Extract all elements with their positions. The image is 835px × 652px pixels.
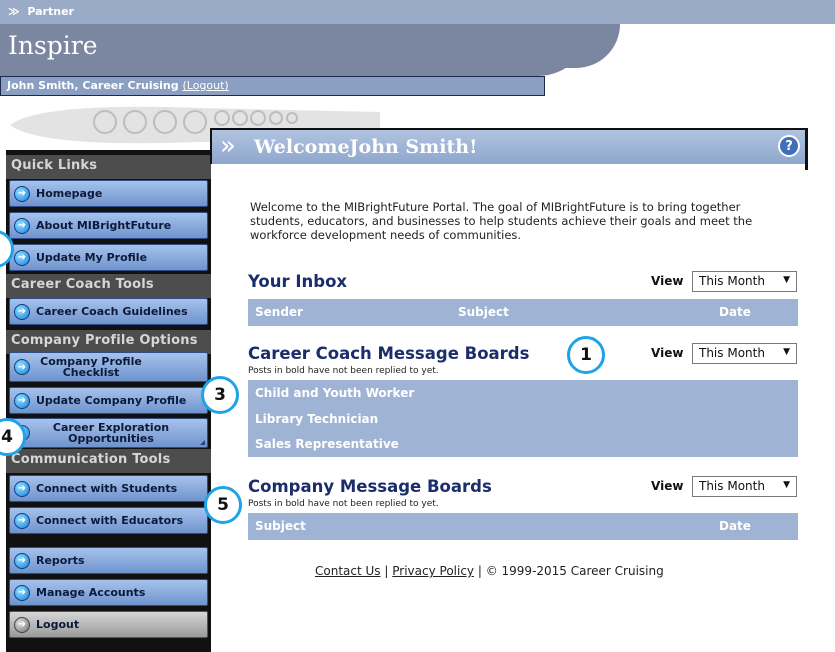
logout-link[interactable]: (Logout) [182, 79, 228, 92]
sidebar-item-homepage[interactable]: ➔ Homepage [9, 180, 208, 207]
coach-view-select[interactable]: This Month ▼ [692, 343, 797, 364]
sidebar-item-coach-guidelines[interactable]: ➔ Career Coach Guidelines [9, 298, 208, 325]
partner-bar[interactable]: ≫ Partner [0, 0, 835, 24]
board-link-child-youth-worker[interactable]: Child and Youth Worker [255, 386, 414, 400]
column-date[interactable]: Date [719, 519, 751, 533]
partner-label: Partner [27, 5, 74, 18]
caret-down-icon: ▼ [783, 275, 790, 285]
nav-header-quick-links: Quick Links [6, 155, 211, 179]
board-link-sales-representative[interactable]: Sales Representative [255, 437, 399, 451]
coach-view-value: This Month [699, 346, 765, 360]
company-view-label: View [651, 479, 684, 493]
app-title: Inspire [8, 31, 98, 60]
sidebar-item-connect-students[interactable]: ➔ Connect with Students [9, 475, 208, 502]
privacy-link[interactable]: Privacy Policy [392, 564, 474, 578]
sidebar-item-profile-checklist[interactable]: ➔ Company Profile Checklist [9, 352, 208, 382]
arrow-right-icon: ➔ [14, 480, 30, 497]
inbox-title: Your Inbox [248, 272, 348, 291]
company-table-header: Subject Date [248, 513, 798, 540]
arrow-right-icon: ➔ [14, 512, 30, 529]
inbox-view-label: View [651, 274, 684, 288]
sidebar-item-logout[interactable]: ➔ Logout [9, 611, 208, 638]
user-bar: John Smith, Career Cruising (Logout) [0, 76, 545, 96]
arrow-right-icon: ➔ [14, 217, 30, 234]
company-view-select[interactable]: This Month ▼ [692, 476, 797, 497]
caret-down-icon: ▼ [783, 347, 790, 357]
footer: Contact Us | Privacy Policy | © 1999-201… [0, 564, 835, 578]
coach-boards-title: Career Coach Message Boards [248, 344, 530, 363]
sidebar-item-about[interactable]: ➔ About MIBrightFuture [9, 212, 208, 239]
arrow-right-icon: ➔ [14, 249, 30, 266]
sidebar-item-career-exploration[interactable]: ➔ Career Exploration Opportunities [9, 418, 208, 448]
inbox-view-value: This Month [699, 274, 765, 288]
main-header: » WelcomeJohn Smith! ? [210, 128, 808, 164]
inbox-table-header: Sender Subject Date [248, 299, 798, 326]
sidebar-item-update-company-profile[interactable]: ➔ Update Company Profile [9, 387, 208, 414]
column-subject[interactable]: Subject [255, 519, 306, 533]
nav-header-career-coach-tools: Career Coach Tools [6, 274, 211, 298]
caret-down-icon: ▼ [783, 480, 790, 490]
user-name: John Smith, Career Cruising [7, 79, 179, 92]
callout-5: 5 [204, 486, 242, 524]
nav-header-company-profile-options: Company Profile Options [6, 330, 211, 354]
coach-view-label: View [651, 346, 684, 360]
chevron-down-icon: ≫ [8, 5, 20, 18]
column-sender[interactable]: Sender [255, 305, 303, 319]
intro-text: Welcome to the MIBrightFuture Portal. Th… [250, 200, 753, 242]
nav-header-communication-tools: Communication Tools [6, 449, 211, 473]
sidebar-item-manage-accounts[interactable]: ➔ Manage Accounts [9, 579, 208, 606]
coach-boards-list: Child and Youth Worker Library Technicia… [248, 380, 798, 457]
arrow-right-icon: ➔ [14, 359, 30, 375]
company-boards-title: Company Message Boards [248, 477, 492, 496]
arrow-right-icon: ➔ [14, 616, 30, 633]
contact-link[interactable]: Contact Us [315, 564, 381, 578]
footer-separator: | [384, 564, 389, 578]
coach-boards-note: Posts in bold have not been replied to y… [248, 366, 439, 376]
copyright-text: | © 1999-2015 Career Cruising [477, 564, 664, 578]
arrow-right-icon: ➔ [14, 185, 30, 202]
arrow-right-icon: ➔ [14, 584, 30, 601]
panel-border [805, 128, 808, 170]
company-view-value: This Month [699, 479, 765, 493]
column-subject[interactable]: Subject [458, 305, 509, 319]
page-title: WelcomeJohn Smith! [254, 136, 478, 158]
sidebar-item-connect-educators[interactable]: ➔ Connect with Educators [9, 507, 208, 534]
inbox-view-select[interactable]: This Month ▼ [692, 271, 797, 292]
sidebar-item-update-profile[interactable]: ➔ Update My Profile [9, 244, 208, 271]
double-chevron-icon: » [220, 131, 236, 161]
help-icon[interactable]: ? [778, 135, 800, 157]
arrow-right-icon: ➔ [14, 303, 30, 320]
arrow-right-icon: ➔ [14, 392, 30, 409]
board-link-library-technician[interactable]: Library Technician [255, 412, 378, 426]
callout-1: 1 [567, 336, 605, 374]
company-boards-note: Posts in bold have not been replied to y… [248, 499, 439, 509]
callout-3: 3 [201, 376, 239, 414]
expand-corner-icon [200, 440, 205, 445]
column-date[interactable]: Date [719, 305, 751, 319]
